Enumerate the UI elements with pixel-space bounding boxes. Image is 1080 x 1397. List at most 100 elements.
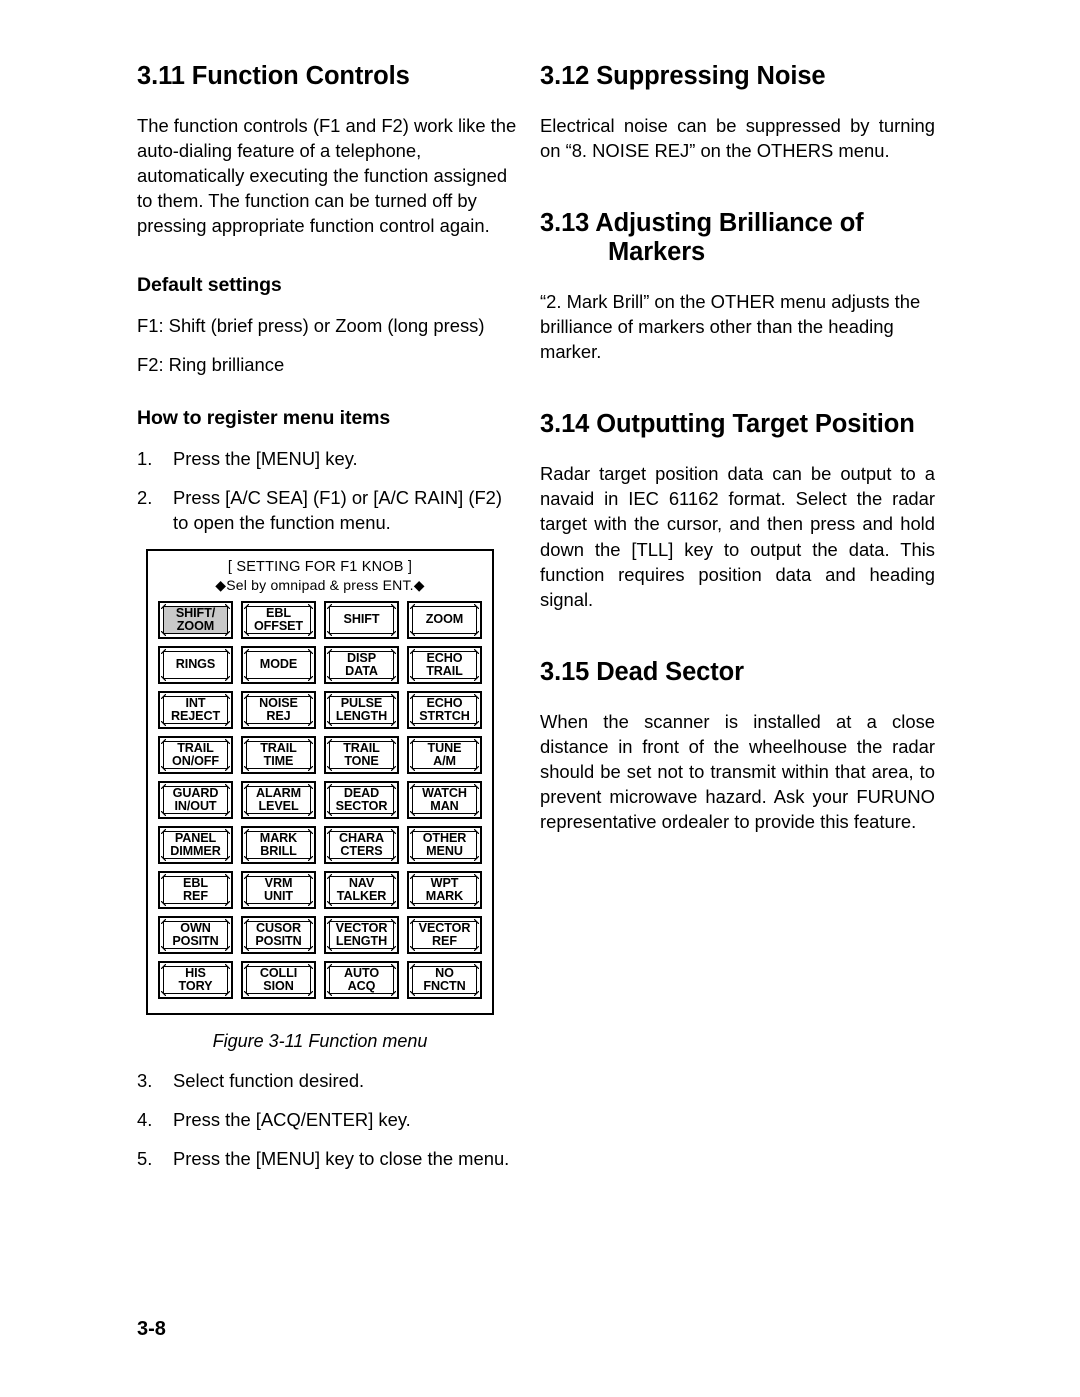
menu-key-mode[interactable]: MODE xyxy=(241,646,316,685)
key-label-line2: TIME xyxy=(263,754,294,769)
figure-caption: Figure 3-11 Function menu xyxy=(212,1031,428,1052)
default-setting-f2: F2: Ring brilliance xyxy=(137,354,285,376)
key-label-line2: ON/OFF xyxy=(172,754,219,769)
key-label: SHIFT xyxy=(329,606,394,634)
menu-key-watch-man[interactable]: WATCH MAN xyxy=(407,781,482,820)
function-menu-key-row: OWN POSITN CUSOR POSITN VECTOR LENGTH VECTOR RE… xyxy=(158,916,482,955)
key-label-line2: TORY xyxy=(178,979,213,994)
menu-key-cusor-positn[interactable]: CUSOR POSITN xyxy=(241,916,316,955)
step-text: Select function desired. xyxy=(173,1070,365,1092)
menu-key-dead-sector[interactable]: DEAD SECTOR xyxy=(324,781,399,820)
menu-key-own-positn[interactable]: OWN POSITN xyxy=(158,916,233,955)
key-label-line2: REF xyxy=(432,934,457,949)
key-label: NAV TALKER xyxy=(329,876,394,904)
key-label-line2: LENGTH xyxy=(335,709,388,724)
key-label: WPT MARK xyxy=(412,876,477,904)
menu-key-vector-ref[interactable]: VECTOR REF xyxy=(407,916,482,955)
paragraph-3-11: The function controls (F1 and F2) work l… xyxy=(137,115,517,237)
menu-key-vector-length[interactable]: VECTOR LENGTH xyxy=(324,916,399,955)
menu-key-his-tory[interactable]: HIS TORY xyxy=(158,961,233,1000)
function-menu-key-row: GUARD IN/OUT ALARM LEVEL DEAD SECTOR WATCH MAN xyxy=(158,781,482,820)
key-label-line2: TALKER xyxy=(336,889,387,904)
menu-key-pulse-length[interactable]: PULSE LENGTH xyxy=(324,691,399,730)
key-label-line1: COLLI xyxy=(259,965,298,980)
key-label-line2: SECTOR xyxy=(335,799,388,814)
menu-key-panel-dimmer[interactable]: PANEL DIMMER xyxy=(158,826,233,865)
key-label-line1: MARK xyxy=(259,830,298,845)
heading-3-13: 3.13 Adjusting Brilliance of Markers xyxy=(540,209,864,267)
menu-key-int-reject[interactable]: INT REJECT xyxy=(158,691,233,730)
menu-key-guard-in-out[interactable]: GUARD IN/OUT xyxy=(158,781,233,820)
heading-default-settings: Default settings xyxy=(137,274,282,297)
menu-key-ebl-ref[interactable]: EBL REF xyxy=(158,871,233,910)
menu-key-shift-zoom[interactable]: SHIFT/ZOOM xyxy=(158,601,233,640)
heading-how-to-register: How to register menu items xyxy=(137,407,391,430)
key-label-line2: OFFSET xyxy=(253,619,304,634)
menu-key-no-fnctn[interactable]: NO FNCTN xyxy=(407,961,482,1000)
key-label: PANEL DIMMER xyxy=(163,831,228,859)
key-label-line1: ECHO xyxy=(426,695,463,710)
key-label-line2: CTERS xyxy=(340,844,383,859)
key-label: EBL REF xyxy=(163,876,228,904)
key-label: GUARD IN/OUT xyxy=(163,786,228,814)
step-text: Press the [MENU] key. xyxy=(173,448,358,470)
key-label-line2: REJ xyxy=(266,709,291,724)
key-label: TRAIL TONE xyxy=(329,741,394,769)
step-number: 2. xyxy=(137,487,153,509)
key-label-line1: VRM xyxy=(264,875,293,890)
step-number: 3. xyxy=(137,1070,153,1092)
key-label: OWN POSITN xyxy=(163,921,228,949)
key-label-line1: ZOOM xyxy=(425,612,464,627)
paragraph-3-12: Electrical noise can be suppressed by tu… xyxy=(540,115,935,162)
heading-3-14: 3.14 Outputting Target Position xyxy=(540,410,915,439)
function-menu-key-row: PANEL DIMMER MARK BRILL CHARA CTERS OTHER MENU xyxy=(158,826,482,865)
menu-key-mark-brill[interactable]: MARK BRILL xyxy=(241,826,316,865)
figure-3-11: [ SETTING FOR F1 KNOB ] ◆Sel by omnipad … xyxy=(137,549,517,1052)
menu-key-auto-acq[interactable]: AUTO ACQ xyxy=(324,961,399,1000)
menu-key-alarm-level[interactable]: ALARM LEVEL xyxy=(241,781,316,820)
function-menu-key-row: HIS TORY COLLI SION AUTO ACQ NO FNCTN xyxy=(158,961,482,1000)
key-label: ECHO TRAIL xyxy=(412,651,477,679)
menu-key-ebl-offset[interactable]: EBL OFFSET xyxy=(241,601,316,640)
menu-key-noise-rej[interactable]: NOISE REJ xyxy=(241,691,316,730)
menu-key-vrm-unit[interactable]: VRM UNIT xyxy=(241,871,316,910)
menu-key-tune-a-m[interactable]: TUNE A/M xyxy=(407,736,482,775)
menu-key-shift[interactable]: SHIFT xyxy=(324,601,399,640)
key-label-line1: VECTOR xyxy=(418,920,471,935)
menu-key-trail-on-off[interactable]: TRAIL ON/OFF xyxy=(158,736,233,775)
right-column: 3.12 Suppressing Noise Electrical noise … xyxy=(540,62,935,854)
function-menu-panel: [ SETTING FOR F1 KNOB ] ◆Sel by omnipad … xyxy=(146,549,494,1016)
key-label-line2: TONE xyxy=(344,754,379,769)
left-column: 3.11 Function Controls The function cont… xyxy=(137,62,517,1185)
function-menu-title-line2: ◆Sel by omnipad & press ENT.◆ xyxy=(215,577,425,594)
menu-key-chara-cters[interactable]: CHARA CTERS xyxy=(324,826,399,865)
heading-3-11: 3.11 Function Controls xyxy=(137,62,410,90)
menu-key-disp-data[interactable]: DISP DATA xyxy=(324,646,399,685)
key-label-line2: BRILL xyxy=(260,844,297,859)
function-menu-key-row: EBL REF VRM UNIT NAV TALKER WPT MARK xyxy=(158,871,482,910)
menu-key-trail-tone[interactable]: TRAIL TONE xyxy=(324,736,399,775)
key-label: CUSOR POSITN xyxy=(246,921,311,949)
menu-key-other-menu[interactable]: OTHER MENU xyxy=(407,826,482,865)
key-label: EBL OFFSET xyxy=(246,606,311,634)
key-label-line1: CHARA xyxy=(339,830,384,845)
menu-key-rings[interactable]: RINGS xyxy=(158,646,233,685)
key-label-line2: IN/OUT xyxy=(174,799,217,814)
paragraph-3-15: When the scanner is installed at a close… xyxy=(540,710,935,832)
menu-key-wpt-mark[interactable]: WPT MARK xyxy=(407,871,482,910)
menu-key-echo-strtch[interactable]: ECHO STRTCH xyxy=(407,691,482,730)
key-label: ALARM LEVEL xyxy=(246,786,311,814)
key-label-line1: TRAIL xyxy=(177,740,214,755)
key-label: PULSE LENGTH xyxy=(329,696,394,724)
menu-key-trail-time[interactable]: TRAIL TIME xyxy=(241,736,316,775)
menu-key-echo-trail[interactable]: ECHO TRAIL xyxy=(407,646,482,685)
list-item: 4. Press the [ACQ/ENTER] key. xyxy=(137,1107,517,1132)
key-label-line2: A/M xyxy=(433,754,456,769)
key-label: TUNE A/M xyxy=(412,741,477,769)
key-label-line2: STRTCH xyxy=(419,709,470,724)
step-text: Press the [MENU] key to close the menu. xyxy=(173,1148,510,1170)
key-label-line2: UNIT xyxy=(264,889,293,904)
menu-key-nav-talker[interactable]: NAV TALKER xyxy=(324,871,399,910)
menu-key-colli-sion[interactable]: COLLI SION xyxy=(241,961,316,1000)
menu-key-zoom[interactable]: ZOOM xyxy=(407,601,482,640)
